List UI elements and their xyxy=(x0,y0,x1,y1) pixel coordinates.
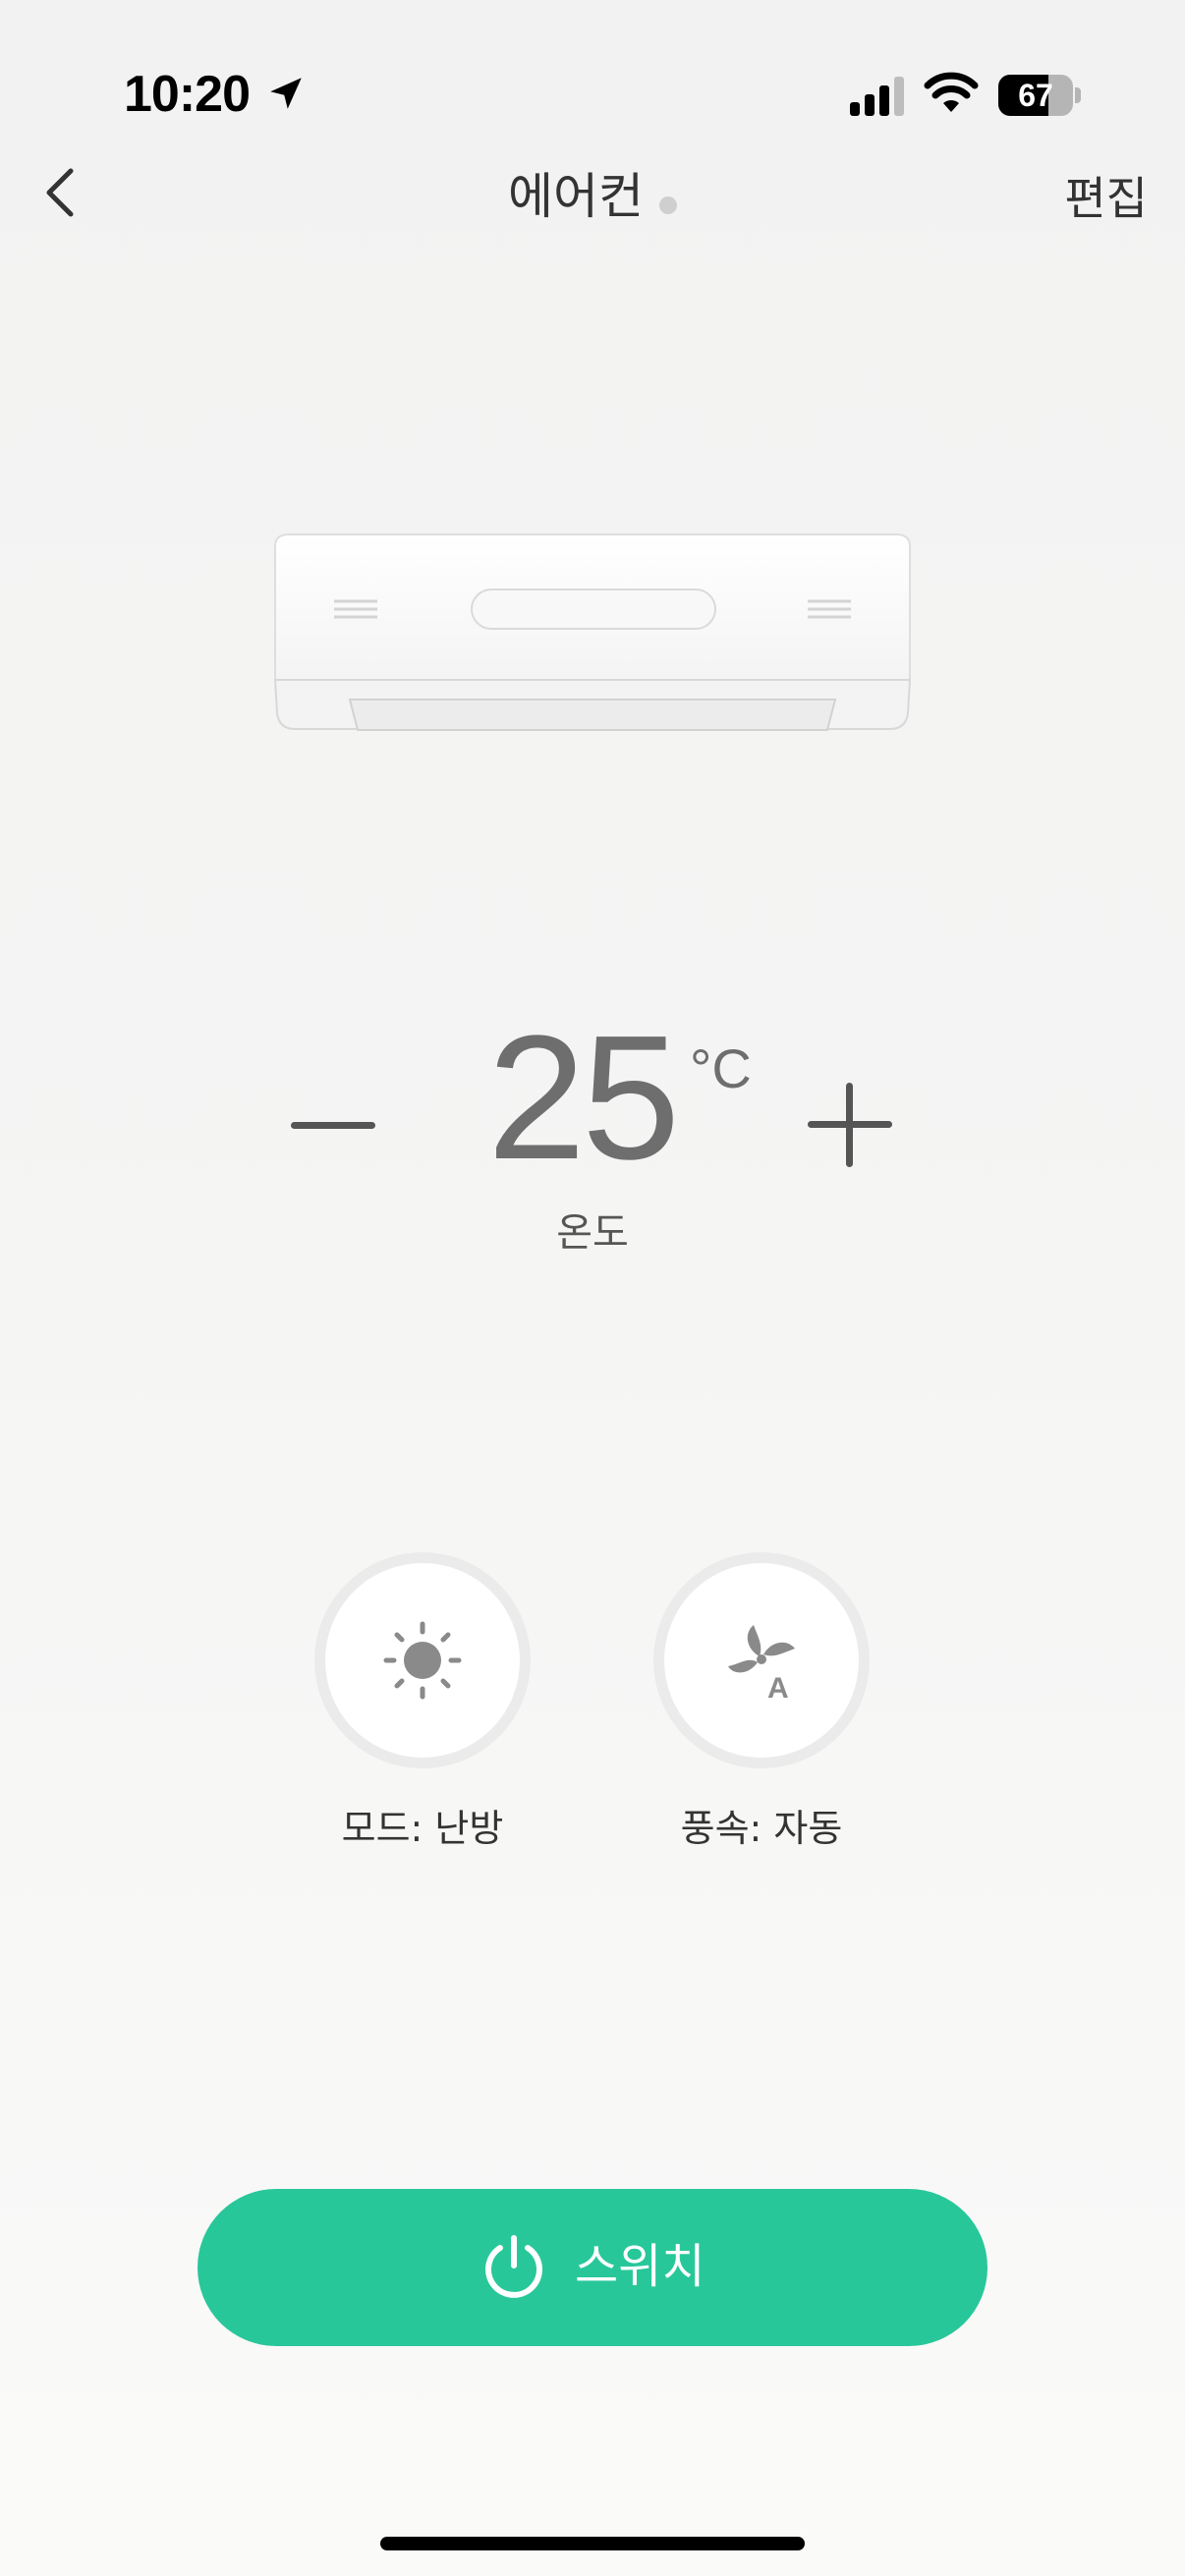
sun-icon xyxy=(383,1621,462,1700)
minus-icon xyxy=(291,1122,375,1129)
power-switch-button[interactable]: 스위치 xyxy=(198,2189,988,2346)
mode-label: 모드: 난방 xyxy=(341,1807,504,1850)
svg-text:A: A xyxy=(767,1672,789,1702)
battery-icon: 67 xyxy=(998,75,1081,116)
temperature-unit: °C xyxy=(690,1037,752,1099)
temperature-decrease-button[interactable] xyxy=(291,1110,379,1142)
power-icon xyxy=(485,2235,542,2298)
fan-speed-button[interactable]: A xyxy=(653,1552,870,1768)
battery-level: 67 xyxy=(1018,78,1053,113)
edit-button[interactable]: 편집 xyxy=(1064,163,1148,228)
air-conditioner-illustration xyxy=(273,533,912,731)
status-time: 10:20 xyxy=(124,66,251,123)
temperature-label: 온도 xyxy=(556,1210,629,1256)
page-title: 에어컨 xyxy=(0,157,1185,228)
temperature-increase-button[interactable] xyxy=(806,1081,894,1169)
page-title-text: 에어컨 xyxy=(508,168,644,225)
power-switch-label: 스위치 xyxy=(575,2239,705,2294)
location-arrow-icon xyxy=(270,78,302,109)
temperature-value: 25 xyxy=(487,999,680,1197)
fan-auto-icon: A xyxy=(728,1625,795,1702)
fan-speed-label: 풍속: 자동 xyxy=(680,1807,843,1850)
cellular-signal-icon xyxy=(850,77,904,116)
status-bar: 10:20 67 xyxy=(0,0,1185,147)
wifi-icon xyxy=(924,72,979,112)
connection-status-dot xyxy=(659,196,677,214)
home-indicator[interactable] xyxy=(380,2537,805,2550)
mode-button[interactable] xyxy=(314,1552,531,1768)
